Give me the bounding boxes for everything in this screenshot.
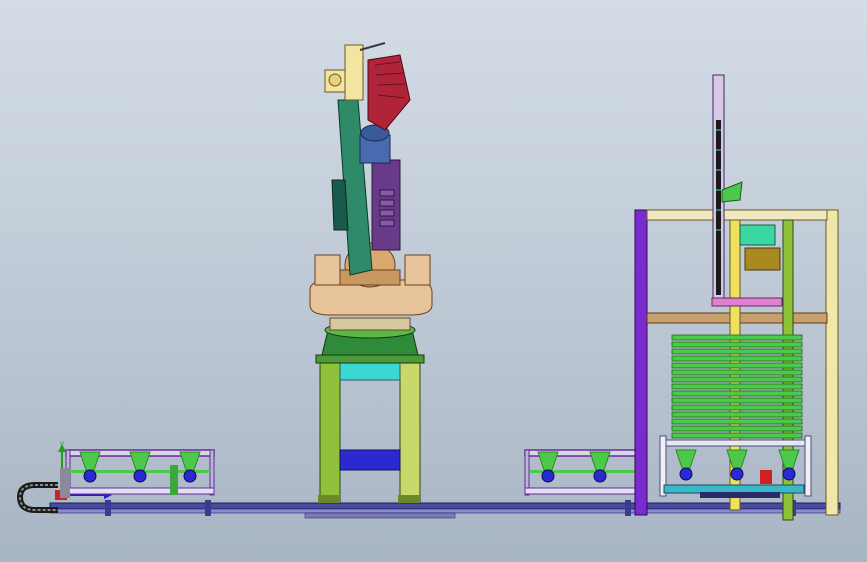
right-conveyor-fixture[interactable] <box>659 435 812 498</box>
robot-arm[interactable] <box>331 99 401 276</box>
assembly-drawing[interactable]: y <box>0 0 867 562</box>
left-conveyor-fixture[interactable] <box>60 449 215 498</box>
plate-stack[interactable] <box>671 334 803 439</box>
middle-conveyor-fixture[interactable] <box>524 449 638 496</box>
svg-text:y: y <box>60 439 64 448</box>
robot-pedestal[interactable] <box>315 354 425 503</box>
robot-wrist-head[interactable] <box>324 42 411 131</box>
robot-base[interactable] <box>321 317 419 356</box>
cad-viewport[interactable]: y <box>0 0 867 562</box>
base-rail[interactable] <box>49 500 841 519</box>
lift-column[interactable] <box>711 74 783 307</box>
